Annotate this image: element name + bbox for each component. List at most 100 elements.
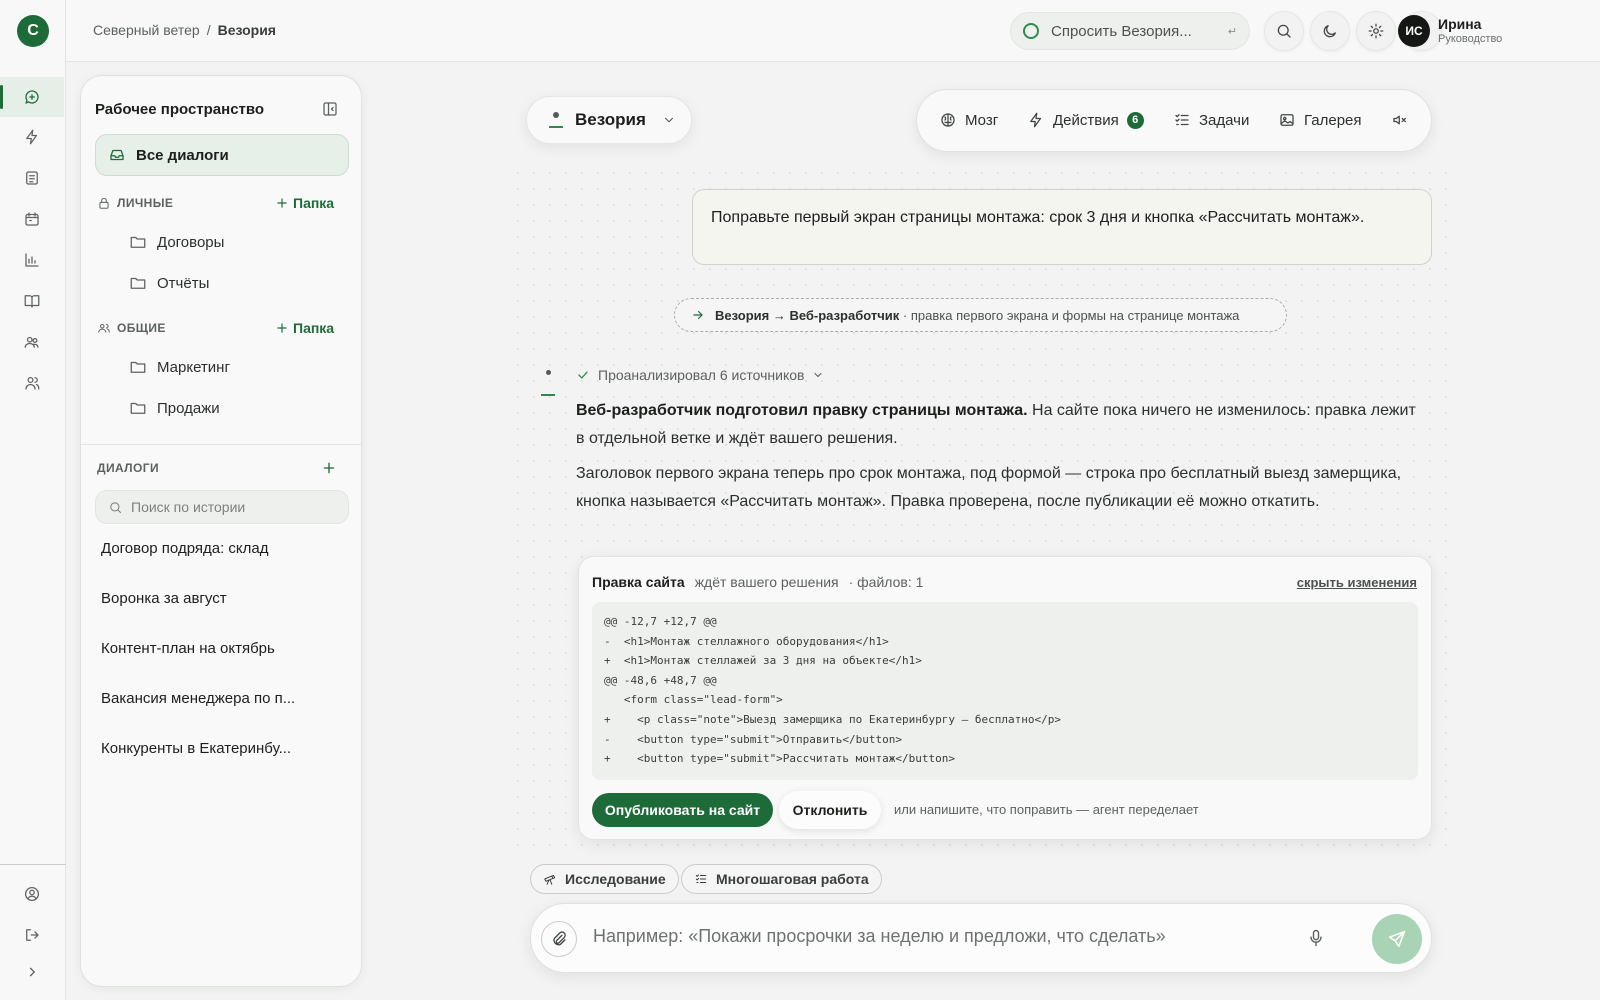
folder-icon [130, 236, 146, 248]
multistep-mode-chip[interactable]: Многошаговая работа [681, 864, 882, 894]
dialog-history-item[interactable]: Вакансия менеджера по п... [101, 690, 295, 707]
site-edit-card: Правка сайта ждёт вашего решения · файло… [578, 556, 1432, 840]
rail-knowledge[interactable] [0, 281, 64, 321]
agent-name: Везория [575, 110, 646, 129]
user-avatar[interactable]: ИС [1398, 15, 1430, 47]
mute-button[interactable] [1391, 111, 1409, 129]
plus-icon [277, 323, 287, 333]
rail-logout[interactable] [0, 915, 64, 955]
breadcrumb-org[interactable]: Северный ветер [93, 22, 200, 38]
all-dialogs-button[interactable]: Все диалоги [95, 134, 349, 176]
plus-icon [323, 462, 335, 474]
dialog-history-item[interactable]: Договор подряда: склад [101, 540, 269, 557]
new-dialog-button[interactable] [321, 460, 337, 476]
calendar-icon [25, 212, 39, 226]
diff-line: - <h1>Монтаж стеллажного оборудования</h… [604, 634, 889, 648]
tool-gallery[interactable]: Галерея [1278, 111, 1362, 129]
research-mode-chip[interactable]: Исследование [530, 864, 679, 894]
theme-toggle-button[interactable] [1310, 11, 1350, 51]
search-icon [1277, 24, 1291, 38]
folder-item[interactable]: Маркетинг [129, 358, 230, 376]
folder-icon [130, 277, 146, 289]
folder-item[interactable]: Продажи [129, 399, 220, 417]
ask-agent-placeholder: Спросить Везория... [1051, 22, 1192, 40]
telescope-icon [544, 875, 556, 885]
arrow-right-icon [693, 310, 703, 320]
hide-changes-link[interactable]: скрыть изменения [1297, 575, 1417, 590]
brand-logo[interactable]: С [17, 15, 49, 47]
rail-expand[interactable] [0, 952, 64, 992]
enter-key-icon: ↵ [1227, 25, 1237, 38]
top-bar: Северный ветер / Везория Спросить Везори… [66, 0, 1600, 62]
handoff-detail: · правка первого экрана и формы на стран… [902, 307, 1240, 323]
inbox-icon [110, 149, 124, 161]
brain-icon [941, 113, 955, 127]
chevron-down-icon [664, 117, 673, 123]
task-list-icon [1175, 114, 1189, 126]
rail-analytics[interactable] [0, 240, 64, 280]
speaker-mute-icon [1393, 115, 1406, 125]
tool-brain[interactable]: Мозг [939, 111, 998, 129]
diff-line: + <button type="submit">Рассчитать монта… [604, 752, 955, 766]
search-button[interactable] [1264, 11, 1304, 51]
folder-icon [130, 361, 146, 373]
rail-calendar[interactable] [0, 199, 64, 239]
dialog-history-item[interactable]: Контент-план на октябрь [101, 640, 275, 657]
folder-icon [130, 402, 146, 414]
agent-reply-paragraph: Заголовок первого экрана теперь про срок… [576, 465, 1402, 510]
agent-tools-bar: Мозг Действия 6 Задачи Галерея [916, 89, 1432, 152]
rail-divider [0, 864, 66, 865]
dialogs-section-label: ДИАЛОГИ [97, 461, 159, 475]
gallery-icon [1280, 114, 1294, 126]
send-button[interactable] [1372, 914, 1422, 964]
edit-hint: или напишите, что поправить — агент пере… [894, 802, 1199, 817]
book-icon [24, 295, 40, 308]
agent-selector[interactable]: Везория [526, 96, 692, 144]
rail-profile[interactable] [0, 874, 64, 914]
workspace-title: Рабочее пространство [95, 101, 265, 118]
users-icon [24, 336, 39, 348]
attach-button[interactable] [541, 921, 577, 957]
send-icon [1388, 930, 1406, 948]
personal-section-label: ЛИЧНЫЕ [117, 196, 174, 210]
publish-button[interactable]: Опубликовать на сайт [592, 793, 773, 827]
nav-rail: С [0, 0, 66, 1000]
add-personal-folder-button[interactable]: Папка [275, 195, 334, 211]
bar-chart-icon [25, 253, 39, 267]
sources-toggle[interactable]: Проанализировал 6 источников [576, 367, 824, 383]
paperclip-icon [553, 931, 566, 946]
rail-actions[interactable] [0, 117, 64, 157]
rail-team[interactable] [0, 363, 64, 403]
workspace-sidebar: Рабочее пространство Все диалоги ЛИЧНЫЕ … [80, 75, 362, 987]
rail-agents[interactable] [0, 322, 64, 362]
folder-item[interactable]: Договоры [129, 233, 224, 251]
message-input[interactable] [593, 926, 1273, 947]
edit-card-header: Правка сайта ждёт вашего решения · файло… [592, 574, 923, 590]
tool-actions[interactable]: Действия 6 [1027, 111, 1144, 129]
chevron-down-icon [814, 372, 823, 378]
ask-agent-field[interactable]: Спросить Везория... ↵ [1010, 12, 1250, 50]
voice-input-button[interactable] [1306, 928, 1326, 948]
reject-button[interactable]: Отклонить [779, 791, 881, 829]
diff-line: + <h1>Монтаж стеллажей за 3 дня на объек… [604, 654, 922, 668]
history-search-input[interactable] [131, 499, 331, 515]
user-name[interactable]: Ирина [1438, 16, 1481, 32]
add-shared-folder-button[interactable]: Папка [275, 320, 334, 336]
folder-item[interactable]: Отчёты [129, 274, 209, 292]
rail-chat[interactable] [0, 77, 64, 117]
tool-tasks[interactable]: Задачи [1173, 111, 1249, 129]
chat-icon [25, 90, 39, 104]
history-search [95, 490, 349, 524]
dialog-history-item[interactable]: Воронка за август [101, 590, 227, 607]
sources-label: Проанализировал 6 источников [598, 367, 805, 383]
sidebar-collapse-icon [323, 102, 337, 116]
agent-reply-paragraph: Веб-разработчик подготовил правку страни… [576, 402, 1416, 447]
shared-section-header: ОБЩИЕ [97, 321, 166, 335]
diff-line: @@ -48,6 +48,7 @@ [604, 673, 717, 687]
collapse-sidebar-button[interactable] [321, 100, 339, 118]
code-diff: @@ -12,7 +12,7 @@ - <h1>Монтаж стеллажно… [592, 602, 1418, 780]
rail-documents[interactable] [0, 158, 64, 198]
dialog-history-item[interactable]: Конкуренты в Екатеринбу... [101, 740, 291, 757]
settings-button[interactable] [1356, 11, 1396, 51]
all-dialogs-label: Все диалоги [136, 146, 229, 164]
